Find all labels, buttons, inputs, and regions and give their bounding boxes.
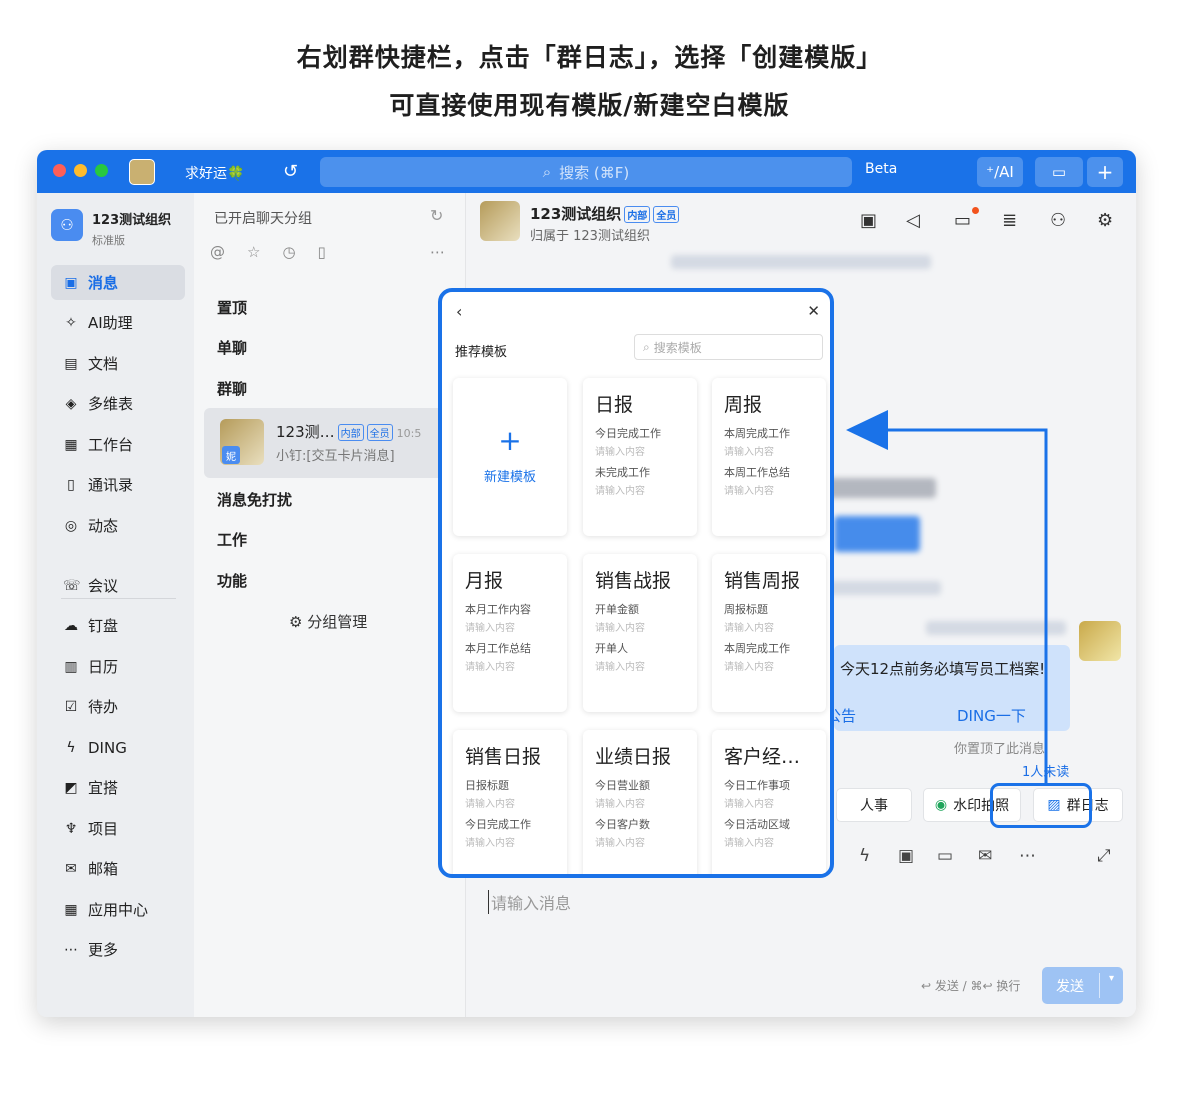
template-field-placeholder: 请输入内容 <box>724 486 774 497</box>
template-field-placeholder: 请输入内容 <box>465 662 515 673</box>
template-field: 日报标题 <box>465 779 509 792</box>
template-field-placeholder: 请输入内容 <box>595 623 645 634</box>
template-field: 本周完成工作 <box>724 427 790 440</box>
template-field: 今日活动区域 <box>724 818 790 831</box>
guide-arrow-line <box>880 428 1048 783</box>
template-field-placeholder: 请输入内容 <box>595 486 645 497</box>
template-title: 销售日报 <box>465 746 542 768</box>
template-field-placeholder: 请输入内容 <box>595 662 645 673</box>
template-field-placeholder: 请输入内容 <box>724 838 774 849</box>
template-field: 开单人 <box>595 642 628 655</box>
template-card[interactable]: 月报 本月工作内容 请输入内容 本月工作总结 请输入内容 <box>453 554 567 712</box>
template-title: 业绩日报 <box>595 746 672 768</box>
template-title: 月报 <box>465 570 504 592</box>
template-field: 今日完成工作 <box>595 427 661 440</box>
template-field-placeholder: 请输入内容 <box>724 799 774 810</box>
template-field: 本月工作总结 <box>465 642 531 655</box>
back-icon[interactable]: ‹ <box>456 302 462 321</box>
plus-icon: + <box>498 424 522 457</box>
template-field-placeholder: 请输入内容 <box>595 447 645 458</box>
template-search-input[interactable]: ⌕ 搜索模板 <box>634 334 823 360</box>
template-field: 今日营业额 <box>595 779 650 792</box>
template-card[interactable]: 周报 本周完成工作 请输入内容 本周工作总结 请输入内容 <box>712 378 826 536</box>
template-field: 本周完成工作 <box>724 642 790 655</box>
template-field: 开单金额 <box>595 603 639 616</box>
template-field-placeholder: 请输入内容 <box>595 838 645 849</box>
template-field: 今日客户数 <box>595 818 650 831</box>
template-field: 周报标题 <box>724 603 768 616</box>
template-field-placeholder: 请输入内容 <box>724 662 774 673</box>
template-field-placeholder: 请输入内容 <box>724 623 774 634</box>
template-modal: ‹ ✕ 推荐模板 ⌕ 搜索模板 + 新建模板 日报 今日完成工作 请输入内容 未完… <box>438 288 834 878</box>
template-field: 未完成工作 <box>595 466 650 479</box>
template-field-placeholder: 请输入内容 <box>465 799 515 810</box>
template-search-placeholder: 搜索模板 <box>653 340 702 355</box>
template-title: 销售周报 <box>724 570 801 592</box>
template-title: 销售战报 <box>595 570 672 592</box>
template-field-placeholder: 请输入内容 <box>465 838 515 849</box>
template-card[interactable]: 客户经… 今日工作事项 请输入内容 今日活动区域 请输入内容 <box>712 730 826 874</box>
template-heading: 推荐模板 <box>455 345 508 360</box>
close-icon[interactable]: ✕ <box>807 302 820 320</box>
template-card[interactable]: 业绩日报 今日营业额 请输入内容 今日客户数 请输入内容 <box>583 730 697 874</box>
guide-arrow-head <box>846 410 888 450</box>
template-card[interactable]: 销售周报 周报标题 请输入内容 本周完成工作 请输入内容 <box>712 554 826 712</box>
template-field: 今日完成工作 <box>465 818 531 831</box>
template-card[interactable]: 销售日报 日报标题 请输入内容 今日完成工作 请输入内容 <box>453 730 567 874</box>
template-field-placeholder: 请输入内容 <box>465 623 515 634</box>
template-card[interactable]: 销售战报 开单金额 请输入内容 开单人 请输入内容 <box>583 554 697 712</box>
template-title: 日报 <box>595 394 634 416</box>
template-field: 本月工作内容 <box>465 603 531 616</box>
new-template-label: 新建模板 <box>483 470 536 485</box>
template-title: 客户经… <box>724 746 801 768</box>
template-field: 本周工作总结 <box>724 466 790 479</box>
template-card[interactable]: 日报 今日完成工作 请输入内容 未完成工作 请输入内容 <box>583 378 697 536</box>
template-card-new[interactable]: + 新建模板 <box>453 378 567 536</box>
template-field-placeholder: 请输入内容 <box>724 447 774 458</box>
template-field-placeholder: 请输入内容 <box>595 799 645 810</box>
template-title: 周报 <box>724 394 763 416</box>
search-icon: ⌕ <box>643 339 650 354</box>
template-field: 今日工作事项 <box>724 779 790 792</box>
